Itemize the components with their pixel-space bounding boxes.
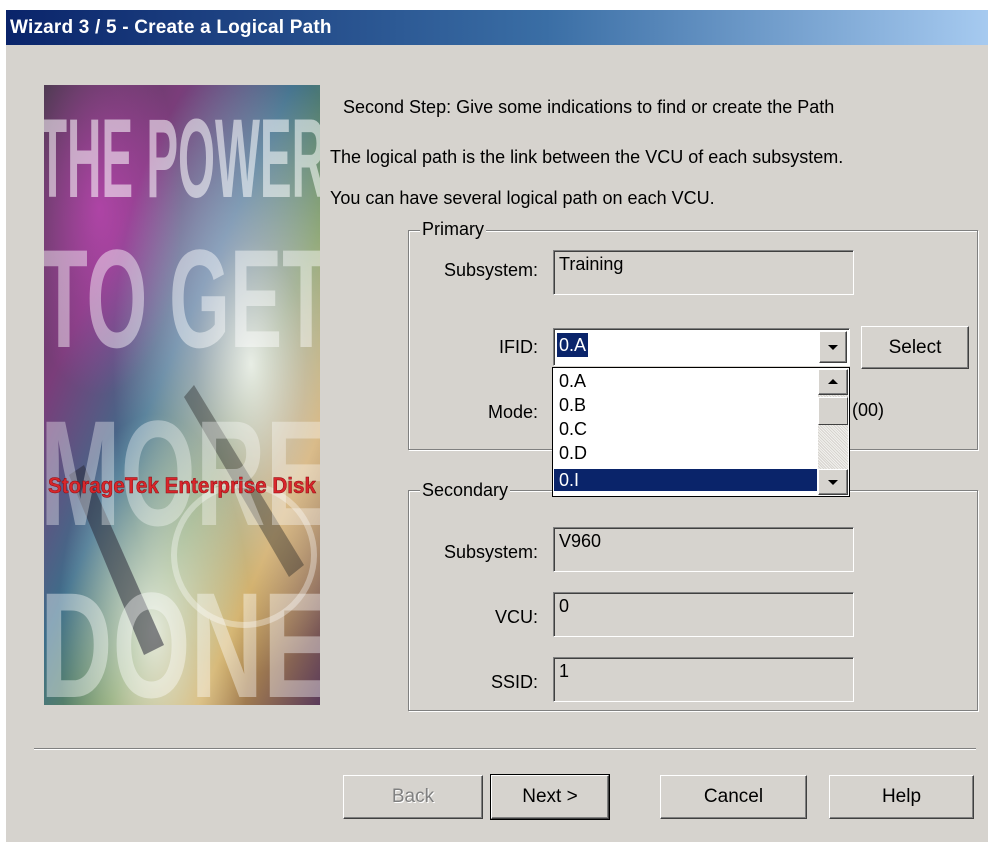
select-button[interactable]: Select <box>861 326 969 369</box>
banner-brand-text: StorageTek Enterprise Disk <box>48 473 317 498</box>
ifid-option-0b[interactable]: 0.B <box>554 394 817 416</box>
footer-separator <box>34 748 976 750</box>
ifid-option-0a[interactable]: 0.A <box>554 370 817 392</box>
chevron-down-icon <box>828 480 838 485</box>
primary-subsystem-label: Subsystem: <box>443 260 538 280</box>
ifid-option-0i[interactable]: 0.I <box>554 469 817 491</box>
secondary-legend: Secondary <box>420 480 511 501</box>
chevron-up-icon <box>828 379 838 384</box>
ifid-dropdown-list[interactable]: 0.A 0.B 0.C 0.D 0.I <box>552 367 850 497</box>
intro-line-2: The logical path is the link between the… <box>330 147 844 167</box>
next-button[interactable]: Next > <box>490 774 610 820</box>
primary-subsystem-field[interactable]: Training <box>553 250 854 295</box>
secondary-subsystem-label: Subsystem: <box>443 542 538 562</box>
vcu-field[interactable]: 0 <box>553 592 854 637</box>
dropdown-scrollbar[interactable] <box>818 369 848 495</box>
ifid-combobox[interactable]: 0.A <box>553 328 850 366</box>
back-button[interactable]: Back <box>343 775 483 819</box>
cancel-button[interactable]: Cancel <box>660 775 807 819</box>
chevron-down-icon <box>828 345 838 350</box>
vcu-label: VCU: <box>494 607 538 627</box>
ifid-label: IFID: <box>499 337 538 357</box>
ifid-option-0c[interactable]: 0.C <box>554 418 817 440</box>
wizard-window: Wizard 3 / 5 - Create a Logical Path THE… <box>6 10 988 842</box>
primary-legend: Primary <box>420 219 486 240</box>
ifid-selected-value: 0.A <box>555 332 590 358</box>
banner-graphic: THE POWER TO GET MORE DONE StorageTek En… <box>44 85 320 705</box>
intro-line-3: You can have several logical path on eac… <box>330 188 715 208</box>
scroll-thumb[interactable] <box>818 397 848 425</box>
mode-suffix: (00) <box>852 400 885 420</box>
scroll-down-button[interactable] <box>818 469 848 495</box>
ssid-label: SSID: <box>490 672 538 692</box>
banner-text-line-1: THE POWER <box>44 96 320 221</box>
mode-label: Mode: <box>487 402 538 422</box>
banner-text-line-2: TO GET <box>44 220 320 377</box>
secondary-subsystem-field[interactable]: V960 <box>553 527 854 572</box>
help-button[interactable]: Help <box>829 775 974 819</box>
window-title: Wizard 3 / 5 - Create a Logical Path <box>6 10 988 45</box>
ifid-option-0d[interactable]: 0.D <box>554 442 817 464</box>
storagetek-banner-image: THE POWER TO GET MORE DONE StorageTek En… <box>44 85 320 705</box>
ssid-field[interactable]: 1 <box>553 657 854 702</box>
banner-text-line-4: DONE <box>44 561 320 705</box>
ifid-dropdown-button[interactable] <box>819 331 847 363</box>
scroll-up-button[interactable] <box>818 369 848 395</box>
intro-line-1: Second Step: Give some indications to fi… <box>343 97 835 117</box>
